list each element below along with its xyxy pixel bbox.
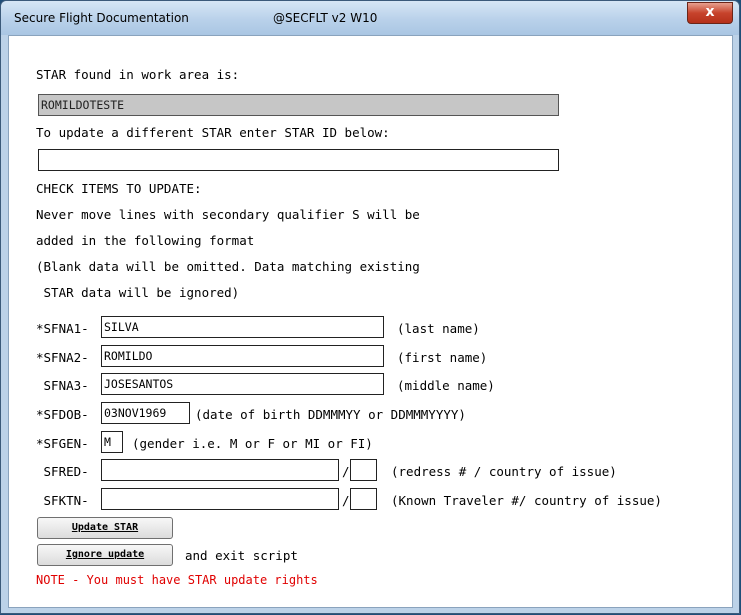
dialog-window: Secure Flight Documentation @SECFLT v2 W…: [0, 0, 740, 614]
update-star-button[interactable]: Update STAR: [37, 517, 173, 539]
first-name-input[interactable]: ROMILDO: [101, 345, 384, 367]
known-traveler-slash: /: [342, 493, 350, 508]
middle-name-hint: (middle name): [397, 378, 495, 393]
sfgen-label: *SFGEN-: [36, 436, 89, 451]
instructions-line-2: added in the following format: [36, 233, 255, 248]
sfna3-label: SFNA3-: [36, 378, 89, 393]
sfktn-label: SFKTN-: [36, 493, 89, 508]
last-name-input[interactable]: SILVA: [101, 316, 384, 338]
known-traveler-hint: (Known Traveler #/ country of issue): [391, 493, 662, 508]
form-panel: STAR found in work area is: ROMILDOTESTE…: [8, 35, 733, 608]
ignore-update-button-label: Ignore update: [65, 549, 145, 560]
window-title: Secure Flight Documentation: [14, 11, 189, 25]
known-traveler-country-input[interactable]: [350, 488, 377, 510]
close-icon: x: [705, 4, 715, 20]
sfna1-label: *SFNA1-: [36, 321, 89, 336]
close-button[interactable]: x: [687, 2, 733, 24]
redress-slash: /: [342, 464, 350, 479]
sfred-label: SFRED-: [36, 464, 89, 479]
first-name-hint: (first name): [397, 350, 488, 365]
star-id-input[interactable]: [38, 149, 559, 171]
redress-number-input[interactable]: [101, 459, 339, 481]
date-of-birth-input[interactable]: 03NOV1969: [101, 402, 190, 424]
instructions-line-4: STAR data will be ignored): [36, 285, 240, 300]
gender-hint: (gender i.e. M or F or MI or FI): [132, 436, 373, 451]
date-of-birth-hint: (date of birth DDMMMYY or DDMMMYYYY): [195, 407, 466, 422]
instructions-line-3: (Blank data will be omitted. Data matchi…: [36, 259, 420, 274]
title-bar[interactable]: Secure Flight Documentation @SECFLT v2 W…: [1, 1, 739, 35]
sfna2-label: *SFNA2-: [36, 350, 89, 365]
ignore-update-button[interactable]: Ignore update: [37, 544, 173, 566]
star-found-label: STAR found in work area is:: [36, 67, 240, 82]
update-star-button-label: Update STAR: [71, 522, 139, 533]
note-warning: NOTE - You must have STAR update rights: [36, 573, 318, 587]
redress-hint: (redress # / country of issue): [391, 464, 617, 479]
check-items-label: CHECK ITEMS TO UPDATE:: [36, 181, 202, 196]
last-name-hint: (last name): [397, 321, 480, 336]
known-traveler-input[interactable]: [101, 488, 339, 510]
update-different-label: To update a different STAR enter STAR ID…: [36, 125, 390, 140]
middle-name-input[interactable]: JOSESANTOS: [101, 373, 384, 395]
redress-country-input[interactable]: [350, 459, 377, 481]
sfdob-label: *SFDOB-: [36, 407, 89, 422]
current-star-field: ROMILDOTESTE: [38, 94, 559, 116]
window-subtitle: @SECFLT v2 W10: [273, 11, 378, 25]
instructions-line-1: Never move lines with secondary qualifie…: [36, 207, 420, 222]
gender-input[interactable]: M: [101, 431, 123, 453]
exit-script-label: and exit script: [185, 548, 298, 563]
